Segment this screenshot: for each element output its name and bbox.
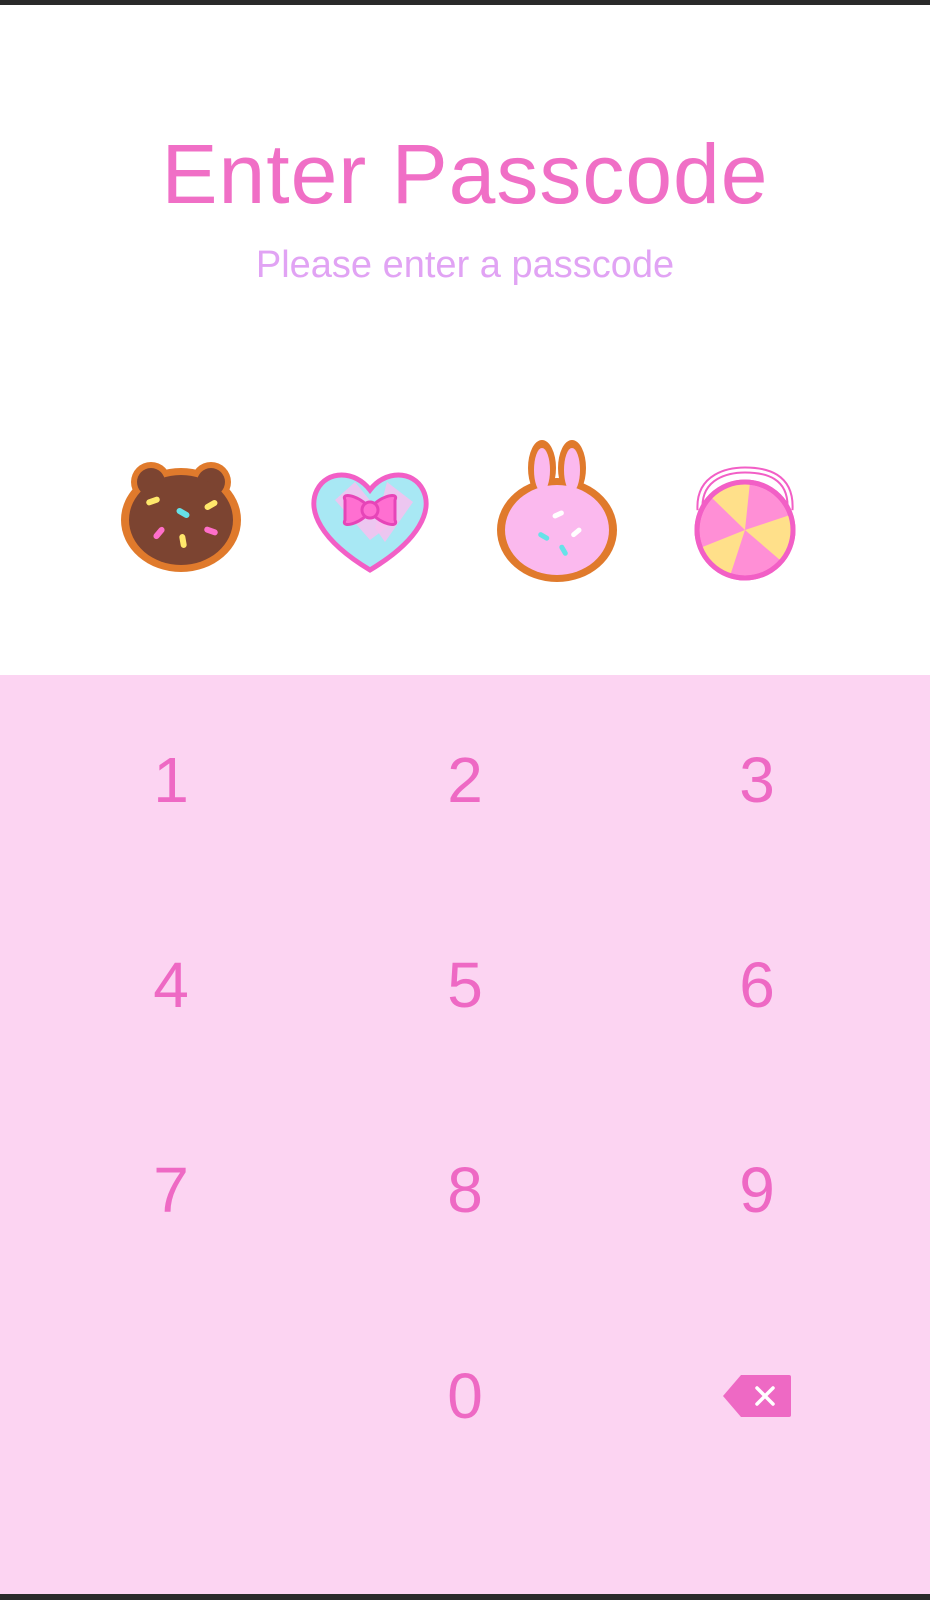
status-bar [0, 0, 930, 5]
key-9[interactable]: 9 [637, 1115, 877, 1265]
key-7[interactable]: 7 [51, 1115, 291, 1265]
key-2[interactable]: 2 [345, 705, 585, 855]
passcode-indicators [0, 430, 930, 590]
key-0[interactable]: 0 [345, 1321, 585, 1471]
key-6[interactable]: 6 [637, 910, 877, 1060]
key-3[interactable]: 3 [637, 705, 877, 855]
heart-bow-candy-icon [295, 430, 445, 590]
key-1[interactable]: 1 [51, 705, 291, 855]
backspace-icon [723, 1375, 791, 1417]
bunny-cookie-icon [482, 430, 632, 590]
backspace-button[interactable] [637, 1321, 877, 1471]
key-8[interactable]: 8 [345, 1115, 585, 1265]
lollipop-candy-icon [670, 430, 820, 590]
bear-donut-icon [106, 430, 256, 590]
page-title: Enter Passcode [161, 127, 769, 221]
key-4[interactable]: 4 [51, 910, 291, 1060]
navigation-bar [0, 1594, 930, 1600]
key-5[interactable]: 5 [345, 910, 585, 1060]
page-subtitle: Please enter a passcode [255, 244, 675, 286]
number-keypad: 1 2 3 4 5 6 7 8 9 0 [0, 675, 930, 1594]
